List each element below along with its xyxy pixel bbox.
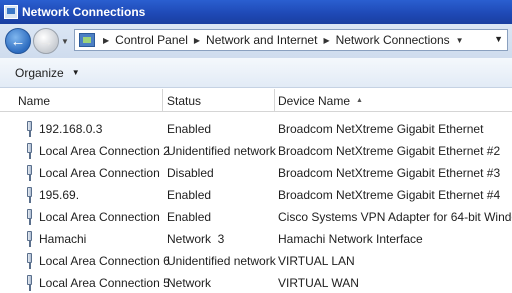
column-header: Name Status Device Name ▲ — [0, 89, 512, 112]
connection-status: Unidentified network — [167, 254, 276, 268]
forward-arrow-icon: → — [38, 32, 54, 50]
address-bar[interactable]: ▶ Control Panel ▶ Network and Internet ▶… — [74, 29, 508, 51]
organize-label: Organize — [15, 65, 64, 80]
column-status-label: Status — [167, 93, 202, 108]
network-adapter-icon — [25, 121, 33, 137]
chevron-down-icon: ▼ — [71, 68, 80, 77]
breadcrumb-network-and-internet[interactable]: Network and Internet — [206, 33, 317, 47]
connection-name: Local Area Connection 6 — [39, 254, 170, 268]
connection-status: Network 3 — [167, 232, 225, 246]
chevron-down-icon[interactable]: ▼ — [456, 36, 464, 45]
connection-name: Hamachi — [39, 232, 87, 246]
connection-list: 192.168.0.3 Enabled Broadcom NetXtreme G… — [0, 118, 512, 293]
network-adapter-icon — [25, 165, 33, 181]
column-name-label: Name — [18, 93, 51, 108]
connection-device: VIRTUAL WAN — [278, 276, 359, 290]
list-item[interactable]: Local Area Connection 6 Unidentified net… — [0, 250, 512, 272]
network-adapter-icon — [25, 143, 33, 159]
forward-button[interactable]: → — [33, 28, 59, 54]
connection-name: Local Area Connection — [39, 166, 160, 180]
window-title: Network Connections — [22, 5, 146, 19]
control-panel-icon — [79, 33, 95, 47]
column-header-device-name[interactable]: Device Name ▲ — [275, 89, 512, 112]
connection-status: Unidentified network — [167, 144, 276, 158]
chevron-right-icon[interactable]: ▶ — [323, 36, 329, 45]
connection-device: Broadcom NetXtreme Gigabit Ethernet #2 — [278, 144, 501, 158]
column-header-name[interactable]: Name — [0, 89, 163, 112]
connection-status: Enabled — [167, 122, 212, 136]
connection-device: Broadcom NetXtreme Gigabit Ethernet #3 — [278, 166, 501, 180]
command-bar: Organize ▼ — [0, 58, 512, 88]
connection-name: 192.168.0.3 — [39, 122, 103, 136]
list-item[interactable]: 195.69. Enabled Broadcom NetXtreme Gigab… — [0, 184, 512, 206]
navigation-bar: ← → ▼ ▶ Control Panel ▶ Network and Inte… — [0, 24, 512, 58]
connection-name: Local Area Connection — [39, 210, 160, 224]
connection-name: Local Area Connection 2 — [39, 144, 170, 158]
sort-ascending-icon: ▲ — [356, 97, 363, 104]
back-arrow-icon: ← — [10, 32, 26, 50]
connection-device: Broadcom NetXtreme Gigabit Ethernet #4 — [278, 188, 501, 202]
list-item[interactable]: Hamachi Network 3 Hamachi Network Interf… — [0, 228, 512, 250]
back-button[interactable]: ← — [5, 28, 31, 54]
organize-button[interactable]: Organize ▼ — [15, 66, 80, 80]
column-device-label: Device Name — [278, 93, 351, 108]
title-bar: Network Connections — [0, 0, 512, 24]
network-adapter-icon — [25, 209, 33, 225]
connection-status: Network — [167, 276, 212, 290]
connection-status: Enabled — [167, 210, 212, 224]
list-item[interactable]: Local Area Connection Enabled Cisco Syst… — [0, 206, 512, 228]
breadcrumb-network-connections[interactable]: Network Connections — [336, 33, 450, 47]
list-item[interactable]: 192.168.0.3 Enabled Broadcom NetXtreme G… — [0, 118, 512, 140]
connection-status: Enabled — [167, 188, 212, 202]
chevron-right-icon[interactable]: ▶ — [103, 36, 109, 45]
list-item[interactable]: Local Area Connection 2 Unidentified net… — [0, 140, 512, 162]
recent-pages-dropdown[interactable]: ▼ — [61, 37, 71, 46]
breadcrumb-control-panel[interactable]: Control Panel — [115, 33, 188, 47]
network-adapter-icon — [25, 187, 33, 203]
list-item[interactable]: Local Area Connection 5 Network VIRTUAL … — [0, 272, 512, 293]
connection-device: Hamachi Network Interface — [278, 232, 423, 246]
connection-device: Broadcom NetXtreme Gigabit Ethernet — [278, 122, 484, 136]
network-connections-icon — [4, 5, 18, 19]
network-adapter-icon — [25, 253, 33, 269]
address-dropdown-icon[interactable]: ▼ — [494, 34, 503, 44]
column-header-status[interactable]: Status — [163, 89, 275, 112]
network-adapter-icon — [25, 231, 33, 247]
connection-device: VIRTUAL LAN — [278, 254, 355, 268]
connection-name: 195.69. — [39, 188, 80, 202]
connection-name: Local Area Connection 5 — [39, 276, 170, 290]
chevron-right-icon[interactable]: ▶ — [194, 36, 200, 45]
connection-device: Cisco Systems VPN Adapter for 64-bit Win… — [278, 210, 512, 224]
connection-status: Disabled — [167, 166, 214, 180]
network-adapter-icon — [25, 275, 33, 291]
list-item[interactable]: Local Area Connection Disabled Broadcom … — [0, 162, 512, 184]
